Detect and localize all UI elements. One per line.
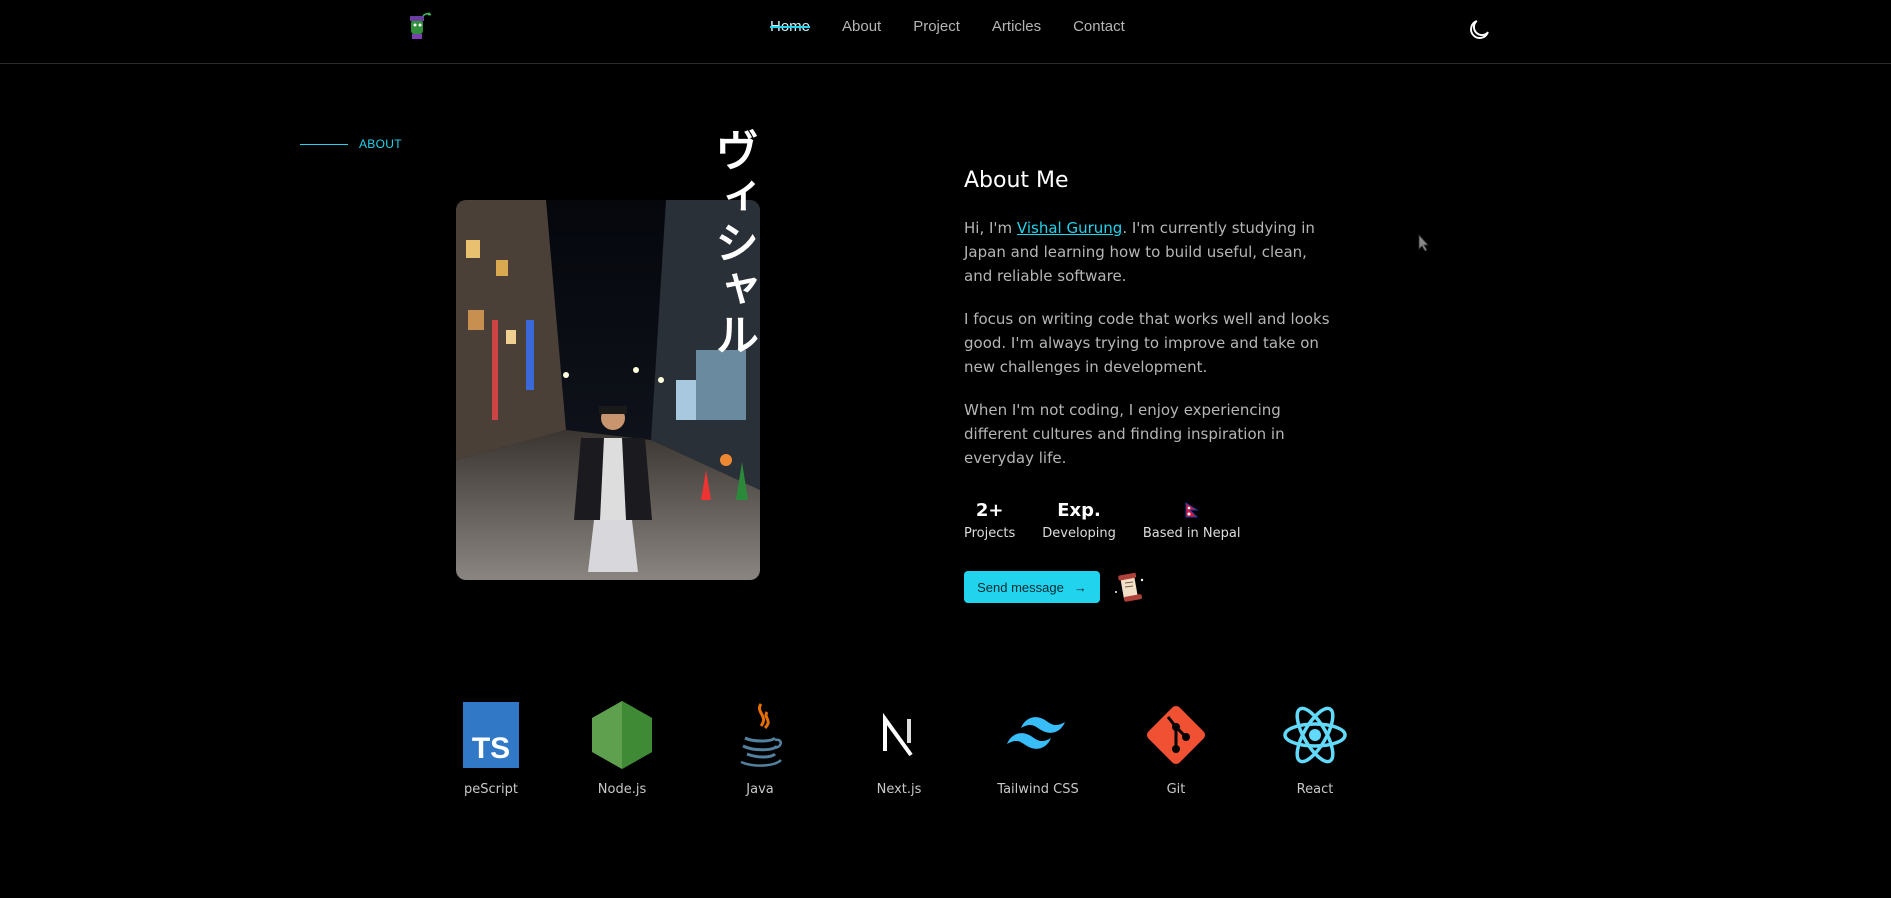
nextjs-icon: [864, 700, 934, 770]
about-paragraph-intro: Hi, I'm Vishal Gurung. I'm currently stu…: [964, 216, 1334, 288]
about-paragraph-focus: I focus on writing code that works well …: [964, 310, 1330, 376]
tech-label: Git: [1166, 782, 1186, 797]
nav-link-about[interactable]: About: [842, 18, 881, 35]
tech-item-typescript[interactable]: TS peScript: [436, 700, 546, 797]
stat-label: Developing: [1042, 526, 1116, 541]
scroll-sticker-icon: [1112, 570, 1146, 604]
nav-link-articles[interactable]: Articles: [992, 18, 1041, 35]
moon-icon[interactable]: [1466, 17, 1492, 43]
tech-item-git[interactable]: Git: [1121, 700, 1231, 797]
tech-label: React: [1296, 782, 1334, 797]
stat-experience: Exp. Developing: [1042, 498, 1116, 542]
tech-label: Java: [746, 782, 774, 797]
java-icon: [725, 700, 795, 770]
stat-label: Based in Nepal: [1142, 526, 1241, 541]
vertical-katakana-text: ヴィシャル: [707, 128, 758, 358]
tech-item-tailwind[interactable]: Tailwind CSS: [983, 700, 1093, 797]
nav-link-home[interactable]: Home: [770, 18, 810, 35]
react-icon: [1280, 700, 1350, 770]
git-icon: [1141, 700, 1211, 770]
tech-label: Node.js: [597, 782, 647, 797]
logo-icon[interactable]: [403, 10, 433, 42]
stat-value: 2+: [975, 499, 1004, 521]
tech-item-java[interactable]: Java: [705, 700, 815, 797]
send-message-label: Send message: [977, 579, 1064, 595]
tech-label: peScript: [464, 782, 518, 797]
tech-label: Tailwind CSS: [997, 782, 1079, 797]
tailwind-icon: [1003, 700, 1073, 770]
tech-item-nextjs[interactable]: Next.js: [844, 700, 954, 797]
nodejs-icon: [587, 700, 657, 770]
section-label: ABOUT: [300, 137, 402, 151]
nav-link-contact[interactable]: Contact: [1073, 18, 1125, 35]
tech-item-nodejs[interactable]: Node.js: [567, 700, 677, 797]
stat-location: Based in Nepal: [1142, 498, 1241, 541]
stats-row: 2+ Projects Exp. Developing Based in Nep…: [964, 498, 1267, 542]
nav-link-project[interactable]: Project: [913, 18, 960, 35]
intro-prefix: Hi, I'm: [964, 219, 1017, 237]
arrow-right-icon: →: [1073, 579, 1087, 595]
nav-links: Home About Project Articles Contact: [770, 18, 1157, 35]
send-message-button[interactable]: Send message →: [964, 571, 1100, 603]
stat-projects: 2+ Projects: [964, 498, 1016, 542]
section-divider-line: [300, 143, 348, 145]
about-paragraph-hobbies: When I'm not coding, I enjoy experiencin…: [964, 401, 1285, 467]
navbar: Home About Project Articles Contact: [0, 0, 1891, 64]
tech-stack-row: TS peScript Node.js Java Next.js Tailwin…: [0, 700, 1891, 800]
tech-item-react[interactable]: React: [1260, 700, 1370, 797]
tech-label: Next.js: [876, 782, 922, 797]
nepal-flag-icon: [1143, 498, 1241, 522]
svg-text:TS: TS: [472, 732, 510, 765]
typescript-icon: TS: [456, 700, 526, 770]
stat-value: Exp.: [1057, 499, 1101, 521]
section-label-text: ABOUT: [359, 137, 402, 151]
name-link[interactable]: Vishal Gurung: [1017, 219, 1122, 237]
stat-label: Projects: [964, 526, 1016, 541]
mouse-cursor-icon: [1418, 233, 1430, 252]
about-title: About Me: [964, 168, 1069, 193]
